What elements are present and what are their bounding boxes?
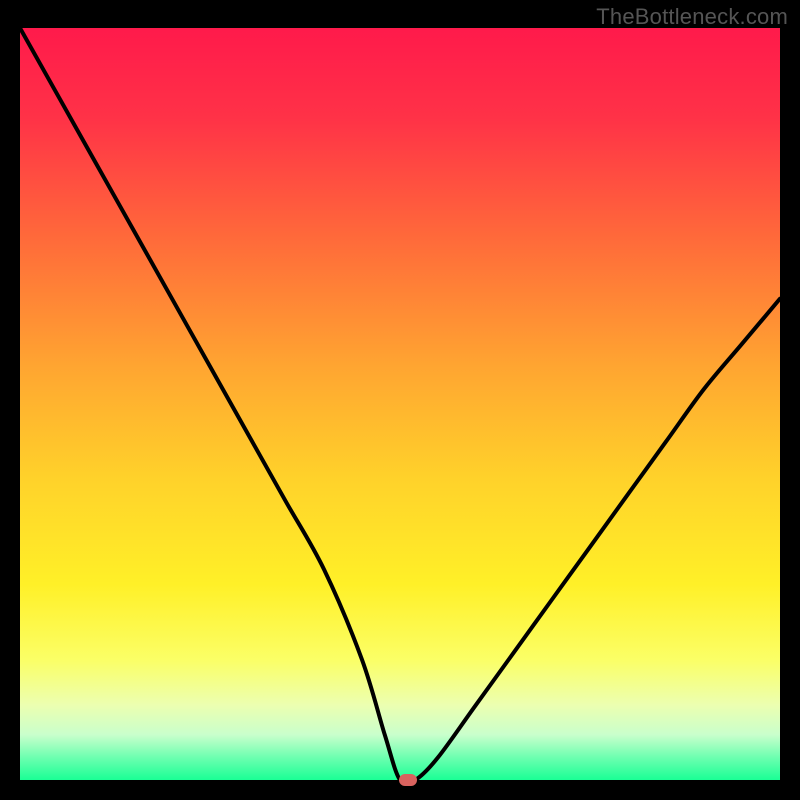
plot-area [20, 28, 780, 780]
gradient-background [20, 28, 780, 780]
app-frame: TheBottleneck.com [0, 0, 800, 800]
watermark-text: TheBottleneck.com [596, 4, 788, 30]
optimal-marker [399, 774, 417, 786]
bottleneck-chart [20, 28, 780, 780]
